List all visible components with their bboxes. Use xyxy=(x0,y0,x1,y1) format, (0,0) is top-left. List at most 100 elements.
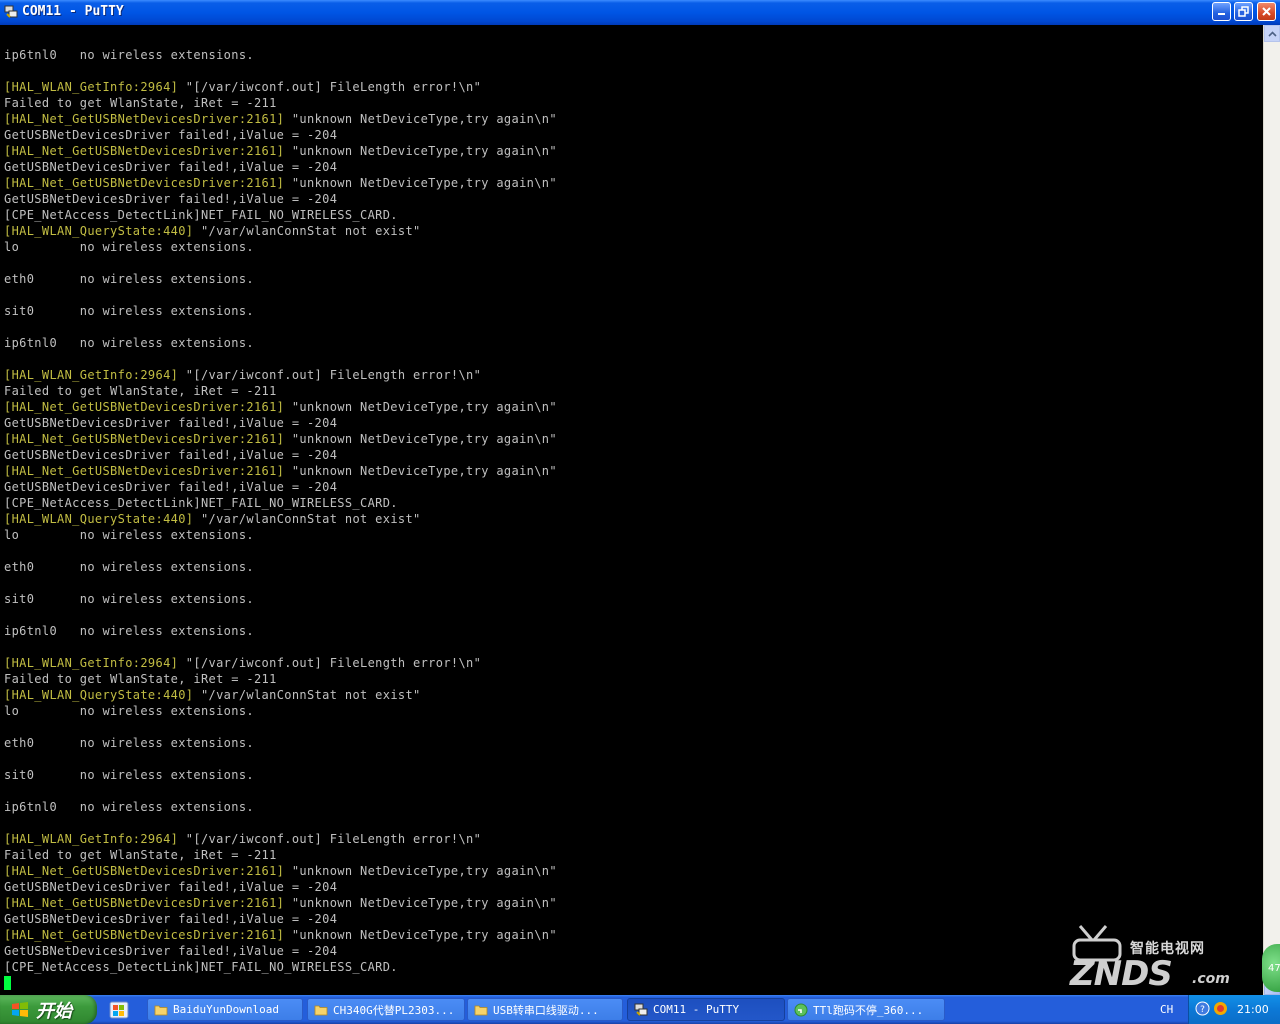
help-icon[interactable]: ? xyxy=(1195,1001,1210,1016)
log-tag: [HAL_WLAN_GetInfo:2964] xyxy=(4,80,179,94)
terminal-line: [HAL_Net_GetUSBNetDevicesDriver:2161] "u… xyxy=(4,431,557,447)
log-text: GetUSBNetDevicesDriver failed!,iValue = … xyxy=(4,416,338,430)
log-text: GetUSBNetDevicesDriver failed!,iValue = … xyxy=(4,192,338,206)
minimize-icon xyxy=(1218,13,1225,15)
watermark-domain: .com xyxy=(1192,971,1230,987)
taskbar-button[interactable]: CH340G代替PL2303... xyxy=(307,998,465,1021)
terminal-line: [HAL_WLAN_QueryState:440] "/var/wlanConn… xyxy=(4,687,557,703)
folder-icon xyxy=(154,1003,173,1017)
log-text: Failed to get WlanState, iRet = -211 xyxy=(4,672,277,686)
terminal-line: [CPE_NetAccess_DetectLink]NET_FAIL_NO_WI… xyxy=(4,207,557,223)
folder-icon xyxy=(474,1003,493,1017)
terminal-line: [HAL_WLAN_QueryState:440] "/var/wlanConn… xyxy=(4,511,557,527)
terminal-line: GetUSBNetDevicesDriver failed!,iValue = … xyxy=(4,127,557,143)
log-text: "unknown NetDeviceType,try again\n" xyxy=(284,928,557,942)
log-text: "/var/wlanConnStat not exist" xyxy=(193,224,421,238)
log-text: Failed to get WlanState, iRet = -211 xyxy=(4,96,277,110)
scroll-up-button[interactable] xyxy=(1264,25,1280,42)
taskbar-button-label: TTl跑码不停_360... xyxy=(813,1003,924,1017)
log-text: ip6tnl0 no wireless extensions. xyxy=(4,800,254,814)
log-text: "unknown NetDeviceType,try again\n" xyxy=(284,144,557,158)
vertical-scrollbar[interactable] xyxy=(1263,25,1280,995)
taskbar-button-label: USB转串口线驱动... xyxy=(493,1003,599,1017)
log-text: "unknown NetDeviceType,try again\n" xyxy=(284,896,557,910)
terminal-line: sit0 no wireless extensions. xyxy=(4,303,557,319)
log-text: sit0 no wireless extensions. xyxy=(4,304,254,318)
taskbar-button[interactable]: COM11 - PuTTY xyxy=(627,998,785,1021)
terminal-line: [HAL_WLAN_GetInfo:2964] "[/var/iwconf.ou… xyxy=(4,831,557,847)
taskbar-button-label: CH340G代替PL2303... xyxy=(333,1003,455,1017)
log-text: "unknown NetDeviceType,try again\n" xyxy=(284,400,557,414)
taskbar-button[interactable]: TTl跑码不停_360... xyxy=(787,998,945,1021)
log-tag: [HAL_Net_GetUSBNetDevicesDriver:2161] xyxy=(4,432,285,446)
log-tag: [HAL_Net_GetUSBNetDevicesDriver:2161] xyxy=(4,864,285,878)
log-tag: [HAL_Net_GetUSBNetDevicesDriver:2161] xyxy=(4,928,285,942)
log-text: GetUSBNetDevicesDriver failed!,iValue = … xyxy=(4,944,338,958)
log-text: ip6tnl0 no wireless extensions. xyxy=(4,336,254,350)
log-text: eth0 no wireless extensions. xyxy=(4,272,254,286)
log-text: ip6tnl0 no wireless extensions. xyxy=(4,48,254,62)
taskbar-button-label: COM11 - PuTTY xyxy=(653,1003,740,1016)
log-text: sit0 no wireless extensions. xyxy=(4,592,254,606)
terminal-output: ip6tnl0 no wireless extensions. [HAL_WLAN… xyxy=(4,47,557,975)
terminal-area[interactable]: ip6tnl0 no wireless extensions. [HAL_WLAN… xyxy=(0,25,1263,995)
log-tag: [HAL_Net_GetUSBNetDevicesDriver:2161] xyxy=(4,112,285,126)
log-text: "[/var/iwconf.out] FileLength error!\n" xyxy=(178,80,482,94)
log-tag: [HAL_Net_GetUSBNetDevicesDriver:2161] xyxy=(4,176,285,190)
terminal-line: [HAL_WLAN_GetInfo:2964] "[/var/iwconf.ou… xyxy=(4,79,557,95)
close-button[interactable] xyxy=(1257,2,1276,21)
terminal-line: [HAL_Net_GetUSBNetDevicesDriver:2161] "u… xyxy=(4,399,557,415)
restore-button[interactable] xyxy=(1234,2,1253,21)
terminal-line: sit0 no wireless extensions. xyxy=(4,591,557,607)
window-title: COM11 - PuTTY xyxy=(22,4,124,19)
desktop-screen: COM11 - PuTTY ip6tnl0 no wireless extens… xyxy=(0,0,1280,1024)
taskbar-button[interactable]: USB转串口线驱动... xyxy=(467,998,623,1021)
log-tag: [HAL_Net_GetUSBNetDevicesDriver:2161] xyxy=(4,400,285,414)
terminal-line: sit0 no wireless extensions. xyxy=(4,767,557,783)
start-button[interactable]: 开始 xyxy=(0,995,97,1024)
restore-icon xyxy=(1238,6,1249,17)
browser-tray-icon[interactable] xyxy=(1213,1001,1228,1016)
log-text: [CPE_NetAccess_DetectLink]NET_FAIL_NO_WI… xyxy=(4,208,398,222)
quick-launch-icon[interactable] xyxy=(108,999,130,1021)
terminal-line: eth0 no wireless extensions. xyxy=(4,735,557,751)
window-title-bar[interactable]: COM11 - PuTTY xyxy=(0,0,1280,25)
close-icon xyxy=(1262,7,1271,16)
system-tray: ? 21:00 xyxy=(1188,995,1280,1024)
terminal-line: lo no wireless extensions. xyxy=(4,239,557,255)
log-text: "unknown NetDeviceType,try again\n" xyxy=(284,464,557,478)
terminal-line: [HAL_Net_GetUSBNetDevicesDriver:2161] "u… xyxy=(4,863,557,879)
badge-text: 47 xyxy=(1268,962,1280,974)
terminal-line: [HAL_Net_GetUSBNetDevicesDriver:2161] "u… xyxy=(4,111,557,127)
watermark-brand: ZNDS xyxy=(1070,954,1173,994)
log-text: GetUSBNetDevicesDriver failed!,iValue = … xyxy=(4,160,338,174)
language-indicator[interactable]: CH xyxy=(1160,1003,1173,1016)
terminal-line: GetUSBNetDevicesDriver failed!,iValue = … xyxy=(4,943,557,959)
log-text: "unknown NetDeviceType,try again\n" xyxy=(284,112,557,126)
terminal-line: GetUSBNetDevicesDriver failed!,iValue = … xyxy=(4,911,557,927)
terminal-cursor xyxy=(4,976,11,990)
taskbar-button[interactable]: BaiduYunDownload xyxy=(147,998,303,1021)
log-text: Failed to get WlanState, iRet = -211 xyxy=(4,384,277,398)
putty-app-icon[interactable] xyxy=(4,5,18,19)
terminal-line: lo no wireless extensions. xyxy=(4,527,557,543)
log-text: "/var/wlanConnStat not exist" xyxy=(193,688,421,702)
log-text: "unknown NetDeviceType,try again\n" xyxy=(284,432,557,446)
terminal-line: GetUSBNetDevicesDriver failed!,iValue = … xyxy=(4,415,557,431)
svg-text:?: ? xyxy=(1200,1005,1205,1015)
log-tag: [HAL_WLAN_QueryState:440] xyxy=(4,688,194,702)
terminal-line: [HAL_Net_GetUSBNetDevicesDriver:2161] "u… xyxy=(4,895,557,911)
log-text: sit0 no wireless extensions. xyxy=(4,768,254,782)
terminal-line: [HAL_WLAN_GetInfo:2964] "[/var/iwconf.ou… xyxy=(4,367,557,383)
terminal-line: GetUSBNetDevicesDriver failed!,iValue = … xyxy=(4,479,557,495)
floating-badge[interactable]: 47 xyxy=(1262,944,1280,992)
minimize-button[interactable] xyxy=(1212,2,1231,21)
